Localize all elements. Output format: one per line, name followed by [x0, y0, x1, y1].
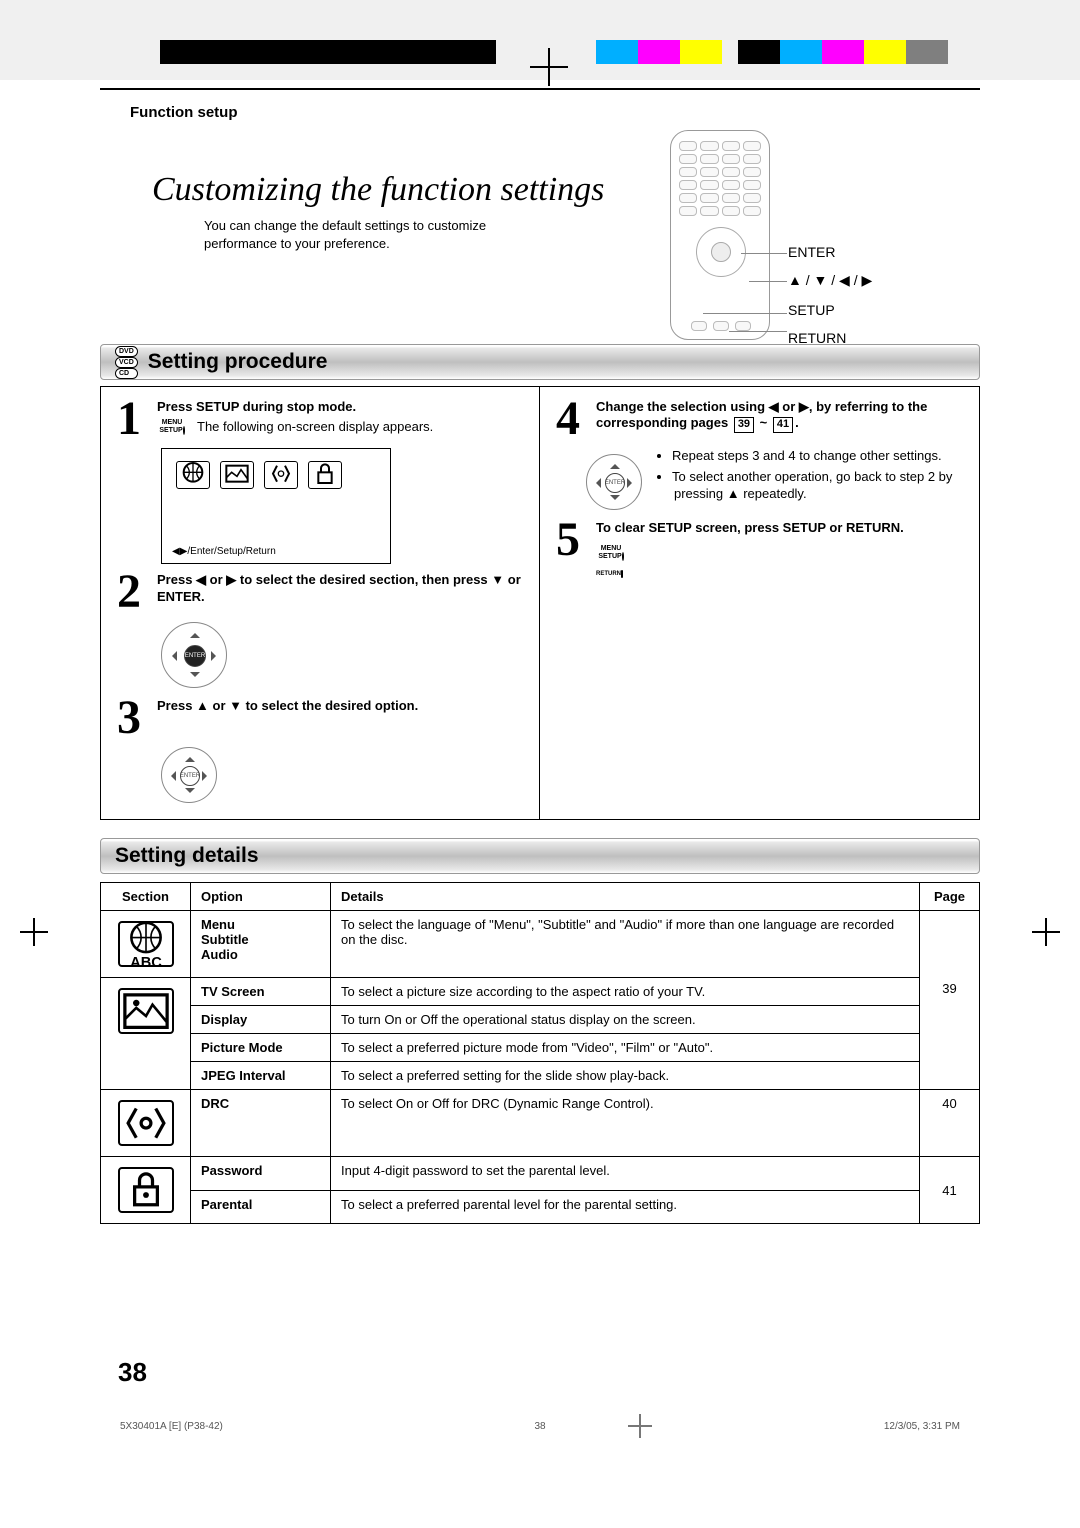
col-page: Page [920, 883, 980, 911]
step-4: 4 Change the selection using ◀ or ▶, by … [556, 399, 963, 438]
remote-label-arrows: ▲ / ▼ / ◀ / ▶ [788, 272, 872, 289]
osd-tab-audio-icon [264, 461, 298, 489]
osd-footer: ◀▶/Enter/Setup/Return [172, 546, 276, 557]
osd-tab-lock-icon [308, 461, 342, 489]
globe-abc-icon: ABC [118, 921, 174, 967]
table-row: ABC Menu Subtitle Audio To select the la… [101, 911, 980, 978]
settings-details-table: Section Option Details Page ABC Menu Sub… [100, 882, 980, 1224]
table-row: JPEG Interval To select a preferred sett… [101, 1062, 980, 1090]
onscreen-display-figure: ◀▶/Enter/Setup/Return [161, 448, 391, 564]
picture-icon [118, 988, 174, 1034]
remote-label-setup: SETUP [788, 302, 835, 318]
setting-procedure-bar: DVDVCDCD Setting procedure [100, 344, 980, 380]
crop-mark-right [1032, 918, 1060, 946]
step-2-title: Press ◀ or ▶ to select the desired secti… [157, 572, 523, 605]
step-3-title: Press ▲ or ▼ to select the desired optio… [157, 698, 523, 714]
col-section: Section [101, 883, 191, 911]
col-option: Option [191, 883, 331, 911]
table-row: Parental To select a preferred parental … [101, 1190, 980, 1224]
crop-mark-bottom [628, 1414, 652, 1438]
step-4-title: Change the selection using ◀ or ▶, by re… [596, 399, 963, 433]
audio-icon [118, 1100, 174, 1146]
remote-label-enter: ENTER [788, 244, 835, 260]
return-button-icon: RETURN [596, 571, 623, 577]
setting-details-bar: Setting details [100, 838, 980, 874]
procedure-box: 1 Press SETUP during stop mode. MENU SET… [100, 386, 980, 820]
menu-setup-button-icon: MENU SETUP [157, 419, 187, 436]
top-gray-band [0, 0, 1080, 80]
section-label: Function setup [100, 96, 980, 127]
osd-tab-picture-icon [220, 461, 254, 489]
page-description: You can change the default settings to c… [100, 213, 540, 252]
step-3: 3 Press ▲ or ▼ to select the desired opt… [117, 698, 523, 737]
step-1-text: The following on-screen display appears. [197, 419, 433, 436]
setting-procedure-heading: Setting procedure [148, 350, 328, 374]
osd-tab-language-icon [176, 461, 210, 489]
step-5: 5 To clear SETUP screen, press SETUP or … [556, 520, 963, 576]
setting-details-heading: Setting details [115, 844, 259, 868]
dpad-icon: ENTER [161, 622, 227, 688]
step-5-title: To clear SETUP screen, press SETUP or RE… [596, 520, 963, 536]
table-row: TV Screen To select a picture size accor… [101, 978, 980, 1006]
crop-mark-left [20, 918, 48, 946]
dpad-small-icon-2: ENTER [586, 454, 642, 510]
remote-figure: ENTER ▲ / ▼ / ◀ / ▶ SETUP RETURN [660, 130, 920, 360]
lock-icon [118, 1167, 174, 1213]
col-details: Details [331, 883, 920, 911]
crop-mark-top [530, 48, 568, 86]
table-row: Picture Mode To select a preferred pictu… [101, 1034, 980, 1062]
step-1: 1 Press SETUP during stop mode. MENU SET… [117, 399, 523, 438]
step-1-title: Press SETUP during stop mode. [157, 399, 523, 415]
step-2: 2 Press ◀ or ▶ to select the desired sec… [117, 572, 523, 611]
page-number: 38 [118, 1357, 147, 1388]
dpad-small-icon: ENTER [161, 747, 217, 803]
folio-center: 38 [510, 1421, 570, 1432]
table-row: Password Input 4-digit password to set t… [101, 1157, 980, 1191]
remote-outline [670, 130, 770, 340]
menu-setup-button-icon-2: MENU SETUP [596, 545, 626, 561]
folio-left: 5X30401A [E] (P38-42) [120, 1421, 510, 1432]
table-row: Display To turn On or Off the operationa… [101, 1006, 980, 1034]
svg-text:ABC: ABC [130, 955, 162, 970]
table-row: DRC To select On or Off for DRC (Dynamic… [101, 1090, 980, 1157]
page-content: Function setup ENTER ▲ / ▼ / ◀ / ▶ SETUP… [100, 88, 980, 1438]
disc-type-icons: DVDVCDCD [115, 346, 138, 379]
folio: 5X30401A [E] (P38-42) 38 12/3/05, 3:31 P… [100, 1421, 980, 1432]
step-4-bullets: Repeat steps 3 and 4 to change other set… [654, 448, 963, 510]
